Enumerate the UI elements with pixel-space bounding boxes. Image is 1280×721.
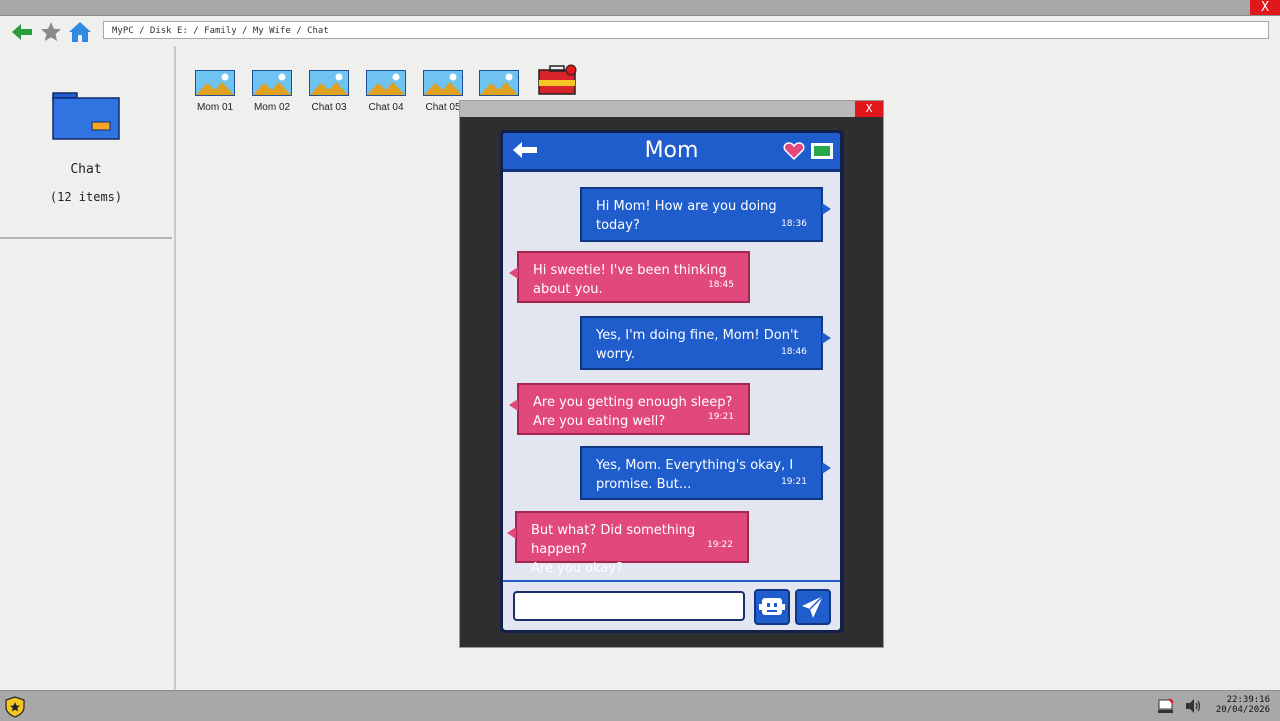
heart-icon[interactable]	[783, 141, 805, 161]
file-item[interactable]: Mom 01	[190, 70, 240, 113]
message-time: 18:45	[708, 280, 734, 290]
sent-message: Hi Mom! How are you doing today? 18:36	[580, 187, 831, 242]
file-label: Chat 03	[311, 102, 347, 113]
image-icon	[195, 70, 235, 96]
message-time: 19:21	[708, 412, 734, 422]
message-time: 19:22	[707, 540, 733, 550]
window-close-button[interactable]: X	[1250, 0, 1280, 15]
file-item[interactable]	[532, 64, 582, 102]
network-icon[interactable]	[1157, 697, 1175, 715]
send-icon	[802, 595, 824, 618]
file-item[interactable]: Chat 04	[361, 70, 411, 113]
shield-star-icon[interactable]	[4, 696, 26, 718]
sidebar: Chat (12 items)	[0, 46, 176, 690]
message-text: Hi Mom! How are you doing today?	[596, 199, 777, 233]
file-item[interactable]: Mom 02	[247, 70, 297, 113]
dialog-title-bar[interactable]: X	[460, 101, 883, 117]
image-icon	[479, 70, 519, 96]
received-message: But what? Did something happen? Are you …	[507, 511, 749, 576]
star-icon[interactable]	[39, 20, 63, 44]
message-input[interactable]	[513, 591, 745, 621]
file-label: Chat 04	[368, 102, 404, 113]
image-icon	[423, 70, 463, 96]
taskbar: 22:39:16 20/04/2026	[0, 690, 1280, 721]
clock-date: 20/04/2026	[1215, 705, 1270, 715]
address-bar[interactable]: MyPC / Disk E: / Family / My Wife / Chat	[103, 21, 1269, 39]
system-clock: 22:39:16 20/04/2026	[1216, 695, 1270, 715]
file-item[interactable]	[474, 70, 524, 102]
sidebar-divider	[0, 237, 172, 239]
clock-time: 22:39:16	[1226, 695, 1270, 705]
item-count: (12 items)	[49, 190, 123, 204]
folder-icon	[52, 92, 120, 140]
received-message: Hi sweetie! I've been thinking about you…	[509, 251, 750, 303]
message-composer	[503, 580, 840, 630]
file-item[interactable]: Chat 03	[304, 70, 354, 113]
message-text: Yes, I'm doing fine, Mom! Don't worry.	[596, 328, 799, 362]
sent-message: Yes, Mom. Everything's okay, I promise. …	[580, 446, 831, 500]
dialog-close-button[interactable]: X	[855, 101, 883, 117]
send-button[interactable]	[795, 589, 831, 625]
message-text: Yes, Mom. Everything's okay, I promise. …	[596, 458, 794, 492]
image-icon	[366, 70, 406, 96]
volume-icon[interactable]	[1184, 697, 1202, 715]
back-arrow-icon[interactable]	[10, 20, 34, 44]
message-time: 18:36	[781, 219, 807, 229]
home-icon[interactable]	[68, 20, 92, 44]
image-icon	[252, 70, 292, 96]
message-time: 18:46	[781, 347, 807, 357]
image-icon	[309, 70, 349, 96]
file-label: Mom 02	[253, 102, 291, 113]
toolbox-icon	[538, 64, 577, 95]
chat-header: Mom	[503, 133, 840, 172]
message-time: 19:21	[781, 477, 807, 487]
phone-screen: Mom Hi Mom! How are you doing today? 18:…	[503, 133, 840, 630]
sent-message: Yes, I'm doing fine, Mom! Don't worry. 1…	[580, 316, 831, 370]
emoji-button[interactable]	[754, 589, 790, 625]
battery-icon	[811, 143, 833, 159]
robot-face-icon	[759, 598, 785, 615]
received-message: Are you getting enough sleep? Are you ea…	[509, 383, 750, 435]
folder-name: Chat	[70, 162, 102, 177]
file-label: Mom 01	[196, 102, 234, 113]
title-bar: X	[0, 0, 1280, 16]
